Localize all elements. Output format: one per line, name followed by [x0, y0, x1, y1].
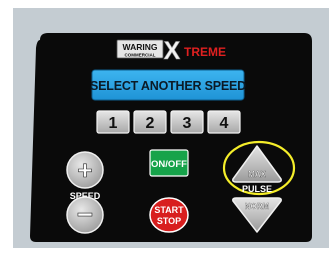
plus-icon: +	[77, 155, 92, 185]
start-label: START	[154, 205, 184, 215]
speed-button-4-label: 4	[220, 115, 229, 132]
max-label: MAX	[248, 170, 266, 179]
on-off-label: ON/OFF	[151, 159, 187, 170]
stop-label: STOP	[157, 216, 181, 226]
speed-button-2[interactable]: 2	[133, 110, 167, 134]
display-message: SELECT ANOTHER SPEED	[90, 79, 246, 93]
start-stop-button[interactable]: START STOP	[149, 197, 189, 233]
speed-up-button[interactable]: +	[66, 151, 104, 189]
speed-button-2-label: 2	[146, 115, 155, 132]
brand-commercial: COMMERCIAL	[125, 53, 156, 58]
speed-down-button[interactable]: −	[66, 196, 104, 234]
norm-label: NORM	[245, 202, 270, 211]
brand-treme: TREME	[184, 45, 226, 59]
minus-icon: −	[77, 199, 93, 230]
speed-button-1-label: 1	[109, 115, 118, 132]
speed-button-3-label: 3	[183, 115, 192, 132]
speed-button-1[interactable]: 1	[96, 110, 130, 134]
speed-button-4[interactable]: 4	[207, 110, 241, 134]
pulse-label: PULSE	[242, 184, 272, 194]
brand-x: X	[164, 37, 181, 65]
on-off-button[interactable]: ON/OFF	[149, 149, 189, 177]
brand-waring: WARING	[123, 42, 158, 52]
speed-button-3[interactable]: 3	[170, 110, 204, 134]
